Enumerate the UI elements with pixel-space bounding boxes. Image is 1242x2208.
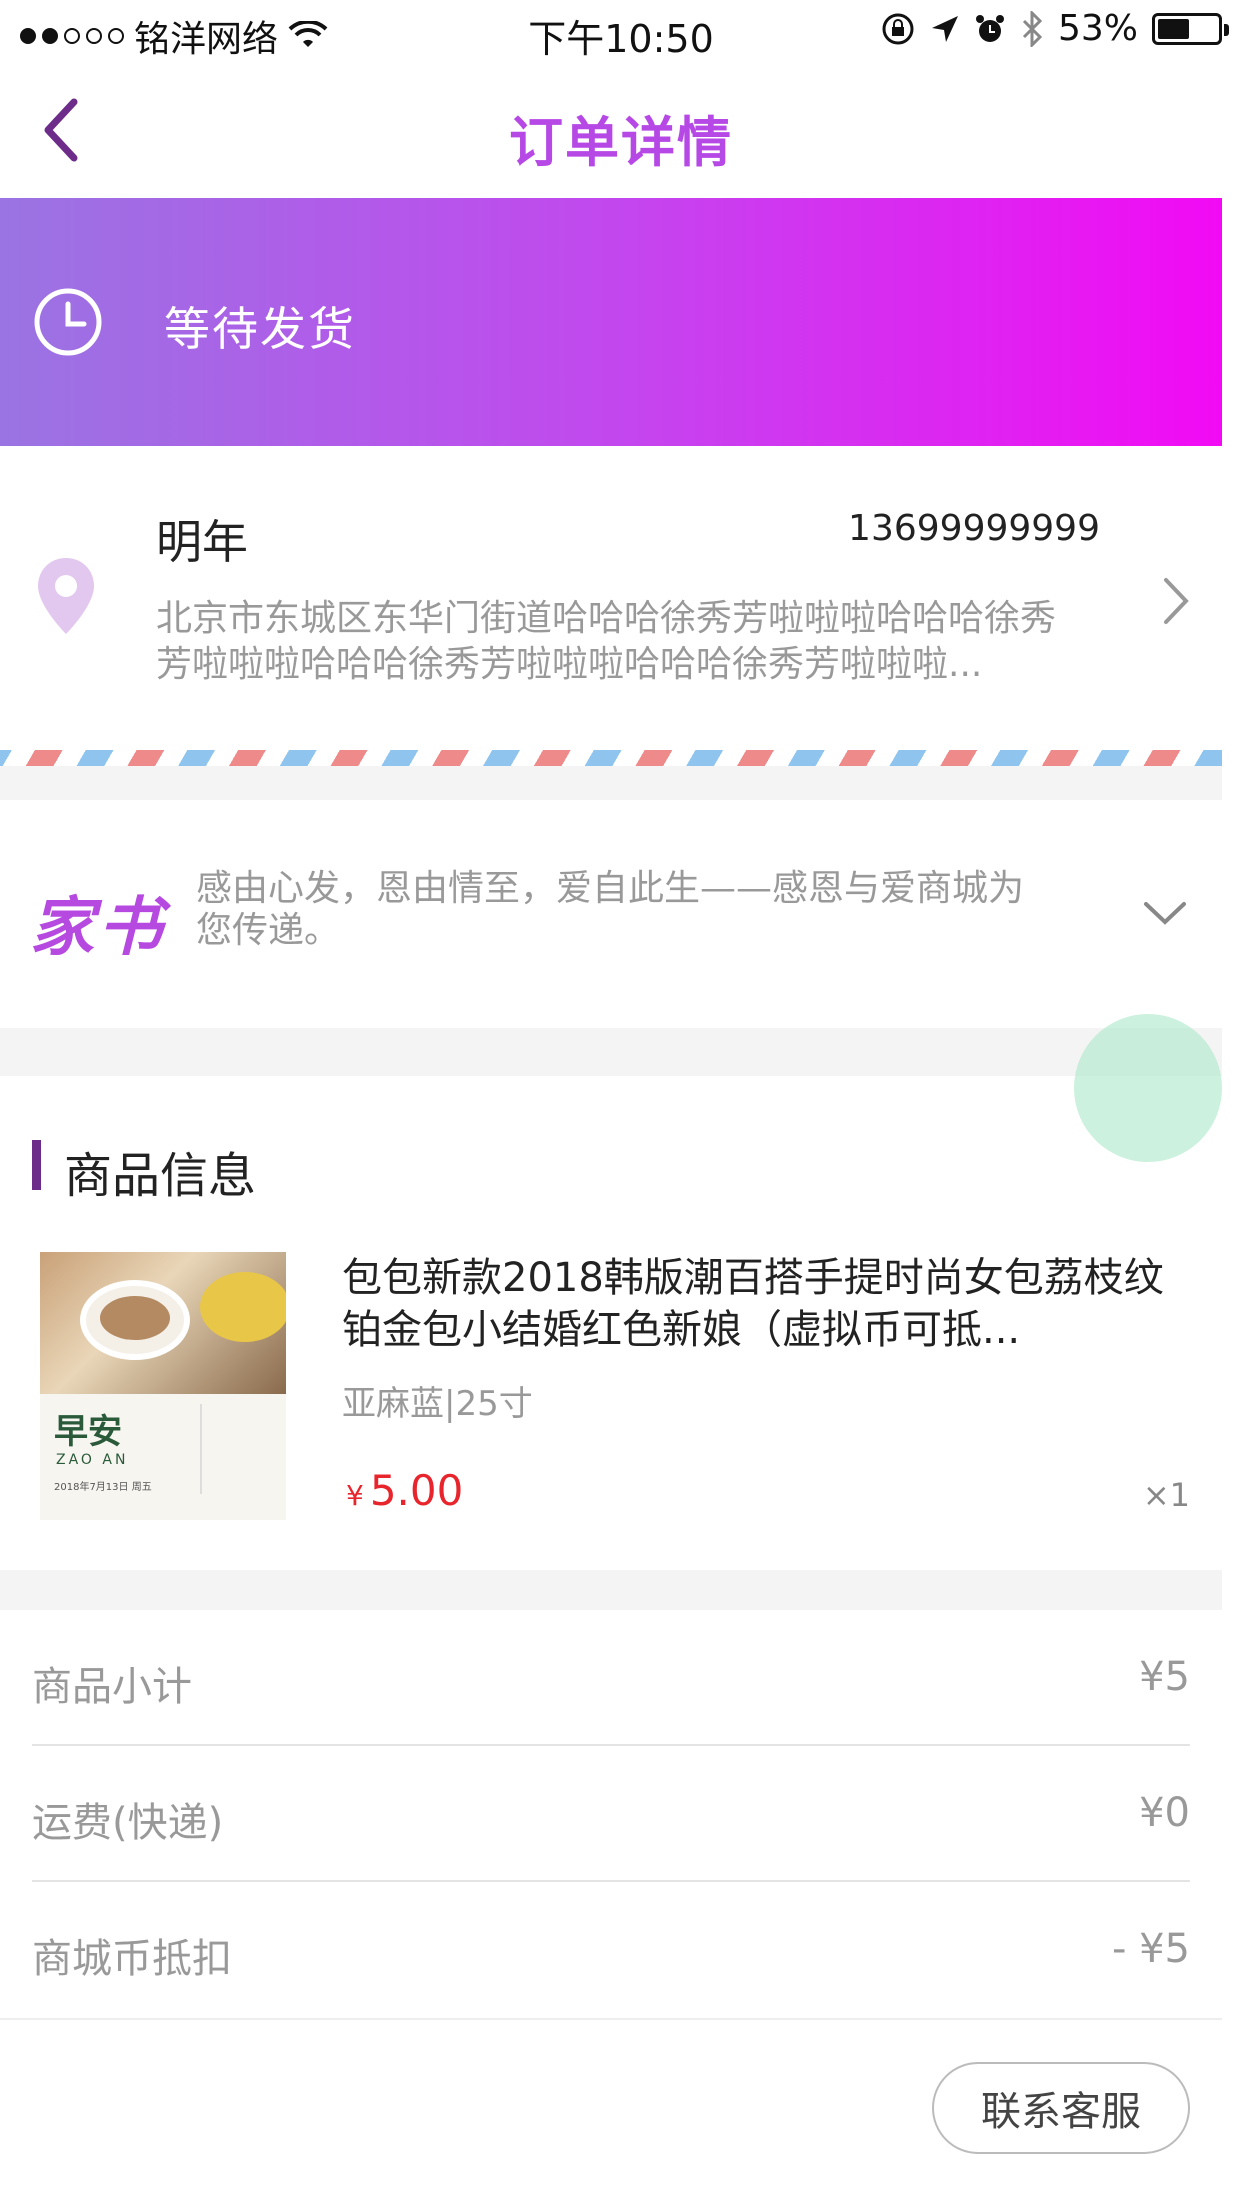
price-summary: 商品小计 ¥5 运费(快递) ¥0 商城币抵扣 - ¥5 xyxy=(0,1610,1222,2018)
price-value: 5.00 xyxy=(369,1466,464,1515)
address-detail: 北京市东城区东华门街道哈哈哈徐秀芳啦啦啦哈哈哈徐秀芳啦啦啦哈哈哈徐秀芳啦啦啦哈哈… xyxy=(156,598,1057,685)
alarm-icon xyxy=(975,14,1004,42)
section-divider xyxy=(0,1570,1222,1610)
chevron-right-icon xyxy=(1164,578,1189,624)
currency-symbol: ¥ xyxy=(346,1479,364,1512)
letter-message: 感由心发，恩由情至，爱自此生——感恩与爱商城为您传递。 xyxy=(196,868,1025,951)
battery-icon xyxy=(1152,12,1229,45)
location-pin-icon xyxy=(38,558,94,634)
order-status-text: 等待发货 xyxy=(164,302,356,356)
summary-row-shipping: 运费(快递) ¥0 xyxy=(32,1746,1190,1882)
order-status-banner: 等待发货 xyxy=(0,198,1222,446)
letter-logo: 家书 xyxy=(30,890,166,965)
location-arrow-icon xyxy=(931,15,958,42)
chevron-down-icon[interactable] xyxy=(1140,888,1190,938)
nav-bar: 订单详情 xyxy=(0,60,1242,198)
thumb-title: 早安 xyxy=(54,1412,122,1452)
plate-image xyxy=(200,1272,286,1342)
product-quantity: ×1 xyxy=(1142,1476,1190,1514)
status-bar: 铭洋网络 下午10:50 53% xyxy=(0,0,1242,61)
letter-section[interactable]: 家书 感由心发，恩由情至，爱自此生——感恩与爱商城为您传递。 xyxy=(0,800,1222,1028)
product-spec: 亚麻蓝|25寸 xyxy=(342,1384,533,1424)
thumb-date: 2018年7月13日 周五 xyxy=(54,1482,152,1493)
summary-value: ¥0 xyxy=(1139,1790,1190,1836)
product-price: ¥5.00 xyxy=(346,1466,463,1515)
coffee-image xyxy=(100,1296,170,1340)
status-right: 53% xyxy=(880,8,1229,49)
section-divider xyxy=(0,766,1222,800)
summary-label: 商品小计 xyxy=(32,1664,192,1710)
bluetooth-icon xyxy=(1022,10,1043,47)
summary-label: 商城币抵扣 xyxy=(32,1936,232,1982)
rotation-lock-icon xyxy=(882,13,914,44)
product-name[interactable]: 包包新款2018韩版潮百搭手提时尚女包荔枝纹铂金包小结婚红色新娘（虚拟币可抵..… xyxy=(342,1252,1192,1356)
battery-percent: 53% xyxy=(1057,8,1138,49)
bottom-action-bar: 联系客服 xyxy=(0,2018,1222,2208)
summary-value: - ¥5 xyxy=(1111,1926,1190,1972)
summary-row-subtotal: 商品小计 ¥5 xyxy=(32,1610,1190,1746)
thumb-verse xyxy=(200,1404,280,1494)
clock-icon xyxy=(34,288,102,356)
recipient-phone: 13699999999 xyxy=(848,508,1100,549)
floating-assistive-button[interactable] xyxy=(1074,1014,1222,1162)
summary-row-coin-deduction: 商城币抵扣 - ¥5 xyxy=(32,1882,1190,2018)
recipient-name: 明年 xyxy=(156,515,248,569)
summary-value: ¥5 xyxy=(1139,1654,1190,1700)
page-title: 订单详情 xyxy=(509,111,733,174)
airmail-border xyxy=(0,750,1222,766)
section-accent-bar xyxy=(32,1140,41,1190)
goods-section-title: 商品信息 xyxy=(64,1148,257,1204)
thumb-subtitle: ZAO AN xyxy=(56,1452,129,1468)
product-thumbnail[interactable]: 早安 ZAO AN 2018年7月13日 周五 xyxy=(40,1252,286,1520)
section-divider xyxy=(0,1028,1222,1076)
shipping-address[interactable]: 明年 13699999999 北京市东城区东华门街道哈哈哈徐秀芳啦啦啦哈哈哈徐秀… xyxy=(0,446,1222,746)
contact-service-button[interactable]: 联系客服 xyxy=(932,2062,1190,2154)
goods-section: 商品信息 早安 ZAO AN 2018年7月13日 周五 包包新款2018韩版潮… xyxy=(0,1076,1222,1570)
summary-label: 运费(快递) xyxy=(32,1800,224,1846)
